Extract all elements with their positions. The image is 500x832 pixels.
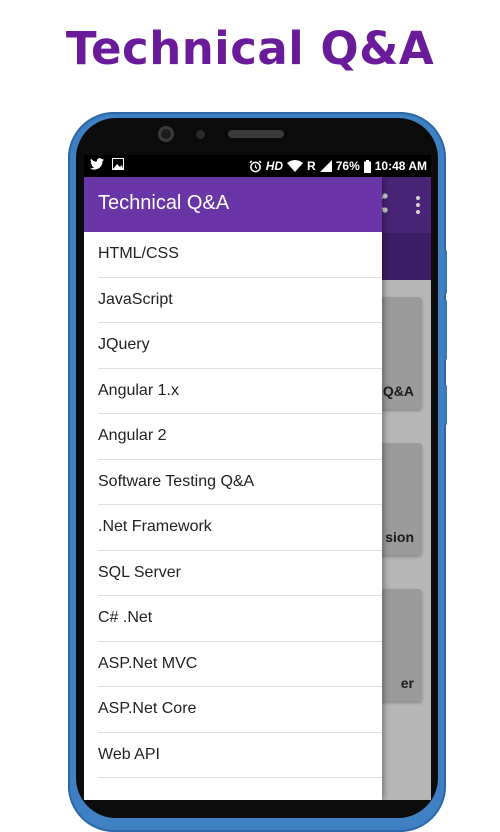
wifi-icon — [287, 160, 304, 172]
drawer-item-asp-net-core[interactable]: ASP.Net Core — [98, 687, 382, 733]
hd-indicator: HD — [265, 159, 284, 173]
battery-percent: 76% — [335, 159, 360, 173]
drawer-title: Technical Q&A — [98, 192, 230, 214]
volume-button — [444, 250, 447, 294]
drawer-item-javascript[interactable]: JavaScript — [98, 278, 382, 323]
drawer-item-software-testing[interactable]: Software Testing Q&A — [98, 460, 382, 505]
drawer-item-label: Web API — [98, 745, 160, 763]
roaming-indicator: R — [307, 159, 316, 173]
promo-title: Technical Q&A — [65, 22, 435, 75]
drawer-item-label: .Net Framework — [98, 518, 212, 535]
proximity-sensor — [196, 130, 205, 139]
image-icon — [112, 158, 124, 170]
signal-icon — [319, 160, 332, 172]
drawer-menu: HTML/CSS JavaScript JQuery Angular 1.x A… — [84, 232, 382, 778]
drawer-item-web-api[interactable]: Web API — [98, 733, 382, 778]
drawer-item-label: Software Testing Q&A — [98, 472, 255, 490]
drawer-item-sql-server[interactable]: SQL Server — [98, 551, 382, 596]
drawer-item-label: JQuery — [98, 336, 150, 353]
alarm-icon — [249, 159, 262, 172]
drawer-item-label: ASP.Net MVC — [98, 654, 198, 672]
battery-icon — [363, 159, 371, 173]
navigation-drawer: Technical Q&A HTML/CSS JavaScript JQuery… — [84, 177, 382, 800]
twitter-icon — [90, 158, 104, 170]
drawer-item-label: JavaScript — [98, 290, 173, 308]
drawer-item-csharp-net[interactable]: C# .Net — [98, 596, 382, 642]
drawer-item-label: SQL Server — [98, 563, 181, 581]
drawer-item-net-framework[interactable]: .Net Framework — [98, 505, 382, 551]
drawer-item-html-css[interactable]: HTML/CSS — [98, 232, 382, 278]
power-button — [444, 300, 447, 360]
drawer-item-label: ASP.Net Core — [98, 700, 197, 717]
drawer-header: Technical Q&A — [84, 177, 382, 232]
drawer-item-label: Angular 2 — [98, 427, 167, 444]
earpiece-speaker — [228, 130, 284, 138]
drawer-item-label: C# .Net — [98, 609, 153, 626]
front-camera — [158, 126, 174, 142]
drawer-item-jquery[interactable]: JQuery — [98, 323, 382, 369]
clock: 10:48 AM — [374, 159, 427, 173]
phone-screen: HD R 76% 10:48 AM Q&A sion er Technical … — [84, 155, 431, 800]
drawer-item-angular-2[interactable]: Angular 2 — [98, 414, 382, 460]
drawer-item-angular-1x[interactable]: Angular 1.x — [98, 369, 382, 414]
status-bar: HD R 76% 10:48 AM — [84, 155, 431, 177]
drawer-item-label: HTML/CSS — [98, 245, 179, 262]
drawer-item-asp-net-mvc[interactable]: ASP.Net MVC — [98, 642, 382, 687]
side-button — [444, 385, 447, 425]
drawer-item-label: Angular 1.x — [98, 381, 179, 399]
